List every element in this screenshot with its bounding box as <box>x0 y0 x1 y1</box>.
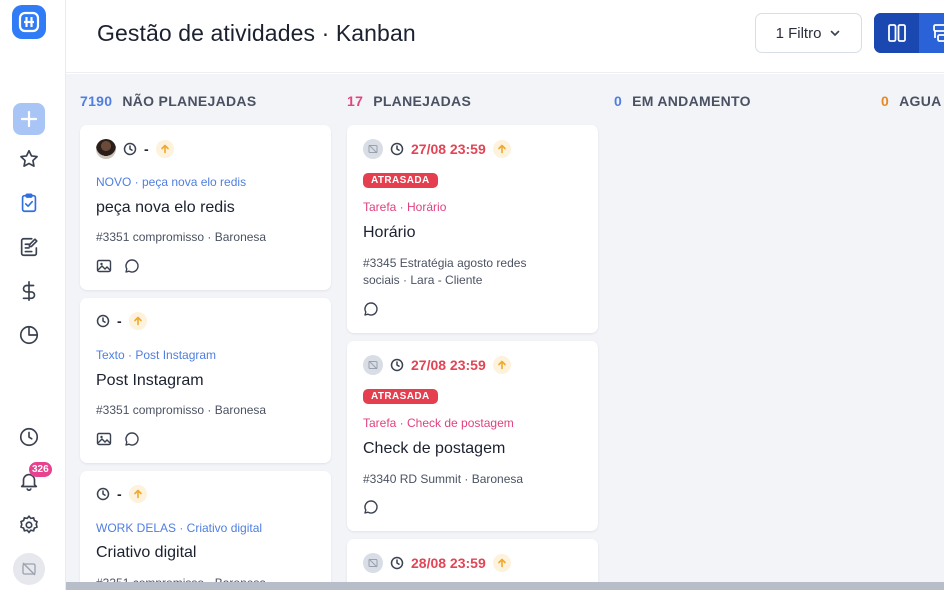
card-project: #3351 compromisso · Baronesa <box>96 230 267 244</box>
clock-icon <box>123 142 137 156</box>
column-title: NÃO PLANEJADAS <box>122 93 257 109</box>
plus-icon <box>20 110 38 128</box>
late-status-badge: ATRASADA <box>363 389 438 404</box>
assignee-avatar <box>96 139 116 159</box>
kanban-columns-icon <box>887 24 906 42</box>
priority-up-arrow-icon <box>128 485 147 503</box>
column-header: 17 PLANEJADAS <box>347 93 471 109</box>
column-header: 0 AGUA <box>881 93 942 109</box>
notification-badge: 326 <box>29 462 52 477</box>
task-card[interactable]: - WORK DELAS · Criativo digital Criativo… <box>80 471 331 590</box>
clock-icon <box>390 142 404 156</box>
image-placeholder-icon <box>22 562 36 576</box>
card-title: Check de postagem <box>363 440 506 457</box>
card-title: Criativo digital <box>96 544 197 561</box>
settings-gear-icon[interactable] <box>13 509 45 541</box>
image-icon[interactable] <box>96 431 112 447</box>
card-project: #3351 compromisso · Baronesa <box>96 403 267 417</box>
view-toggle <box>874 13 944 53</box>
due-date: 28/08 23:59 <box>411 555 486 571</box>
list-rows-icon <box>932 24 944 42</box>
column-count: 0 <box>614 93 623 109</box>
due-date: 27/08 23:59 <box>411 141 486 157</box>
horizontal-scrollbar[interactable] <box>66 582 944 590</box>
due-date: - <box>117 486 122 502</box>
column-header: 0 EM ANDAMENTO <box>614 93 751 109</box>
image-icon[interactable] <box>96 258 112 274</box>
assignee-avatar <box>363 139 383 159</box>
filter-button[interactable]: 1 Filtro <box>755 13 862 53</box>
history-clock-icon[interactable] <box>13 421 45 453</box>
kanban-view-button[interactable] <box>874 13 919 53</box>
column-title: AGUA <box>899 93 942 109</box>
priority-up-arrow-icon <box>492 356 511 374</box>
clock-icon <box>390 556 404 570</box>
header: Gestão de atividades · Kanban 1 Filtro <box>66 0 944 73</box>
app: 326 Gestão de atividades · Kanban 1 Filt… <box>0 0 944 590</box>
sidebar: 326 <box>0 0 66 590</box>
user-avatar[interactable] <box>13 553 45 585</box>
column-count: 7190 <box>80 93 113 109</box>
notes-edit-icon[interactable] <box>13 231 45 263</box>
card-project: #3345 Estratégia agosto redes sociais · … <box>363 256 527 287</box>
column-count: 0 <box>881 93 890 109</box>
due-date: - <box>144 141 149 157</box>
tasks-clipboard-icon[interactable] <box>13 187 45 219</box>
comment-icon[interactable] <box>363 499 379 515</box>
task-card[interactable]: 27/08 23:59 ATRASADA Tarefa · Horário Ho… <box>347 125 598 333</box>
column-title: EM ANDAMENTO <box>632 93 751 109</box>
finance-dollar-icon[interactable] <box>13 275 45 307</box>
column-planejadas: 17 PLANEJADAS 27/08 23:59 ATRASADA Taref… <box>333 74 598 590</box>
priority-up-arrow-icon <box>492 140 511 158</box>
assignee-avatar <box>363 553 383 573</box>
due-date: 27/08 23:59 <box>411 357 486 373</box>
comment-icon[interactable] <box>124 258 140 274</box>
kanban-board: 7190 NÃO PLANEJADAS - NOVO · peça nova e… <box>66 74 944 590</box>
priority-up-arrow-icon <box>155 140 174 158</box>
card-title: Post Instagram <box>96 372 204 389</box>
reports-pie-chart-icon[interactable] <box>13 319 45 351</box>
column-header: 7190 NÃO PLANEJADAS <box>80 93 256 109</box>
comment-icon[interactable] <box>124 431 140 447</box>
column-nao-planejadas: 7190 NÃO PLANEJADAS - NOVO · peça nova e… <box>66 74 331 590</box>
card-title: peça nova elo redis <box>96 199 235 216</box>
task-card[interactable]: 27/08 23:59 ATRASADA Tarefa · Check de p… <box>347 341 598 531</box>
due-date: - <box>117 313 122 329</box>
column-em-andamento: 0 EM ANDAMENTO <box>600 74 855 590</box>
add-button[interactable] <box>13 103 45 135</box>
page-title: Gestão de atividades · Kanban <box>97 20 416 46</box>
clock-icon <box>96 487 110 501</box>
card-category: WORK DELAS · Criativo digital <box>96 521 263 535</box>
card-project: #3340 RD Summit · Baronesa <box>363 472 524 486</box>
task-card[interactable]: - NOVO · peça nova elo redis peça nova e… <box>80 125 331 290</box>
logo-icon[interactable] <box>12 5 46 39</box>
list-view-button[interactable] <box>919 13 944 53</box>
column-title: PLANEJADAS <box>373 93 472 109</box>
filter-button-label: 1 Filtro <box>775 24 822 42</box>
card-category: Texto · Post Instagram <box>96 348 217 362</box>
late-status-badge: ATRASADA <box>363 173 438 188</box>
assignee-avatar <box>363 355 383 375</box>
clock-icon <box>96 314 110 328</box>
task-card[interactable]: - Texto · Post Instagram Post Instagram … <box>80 298 331 463</box>
card-category: Tarefa · Horário <box>363 200 447 214</box>
card-title: Horário <box>363 224 416 241</box>
comment-icon[interactable] <box>363 301 379 317</box>
clock-icon <box>390 358 404 372</box>
chevron-down-icon <box>831 30 840 36</box>
favorites-star-icon[interactable] <box>13 143 45 175</box>
priority-up-arrow-icon <box>128 312 147 330</box>
column-count: 17 <box>347 93 364 109</box>
card-category: NOVO · peça nova elo redis <box>96 175 247 189</box>
priority-up-arrow-icon <box>492 554 511 572</box>
column-aguardando: 0 AGUA <box>867 74 944 590</box>
card-category: Tarefa · Check de postagem <box>363 416 514 430</box>
